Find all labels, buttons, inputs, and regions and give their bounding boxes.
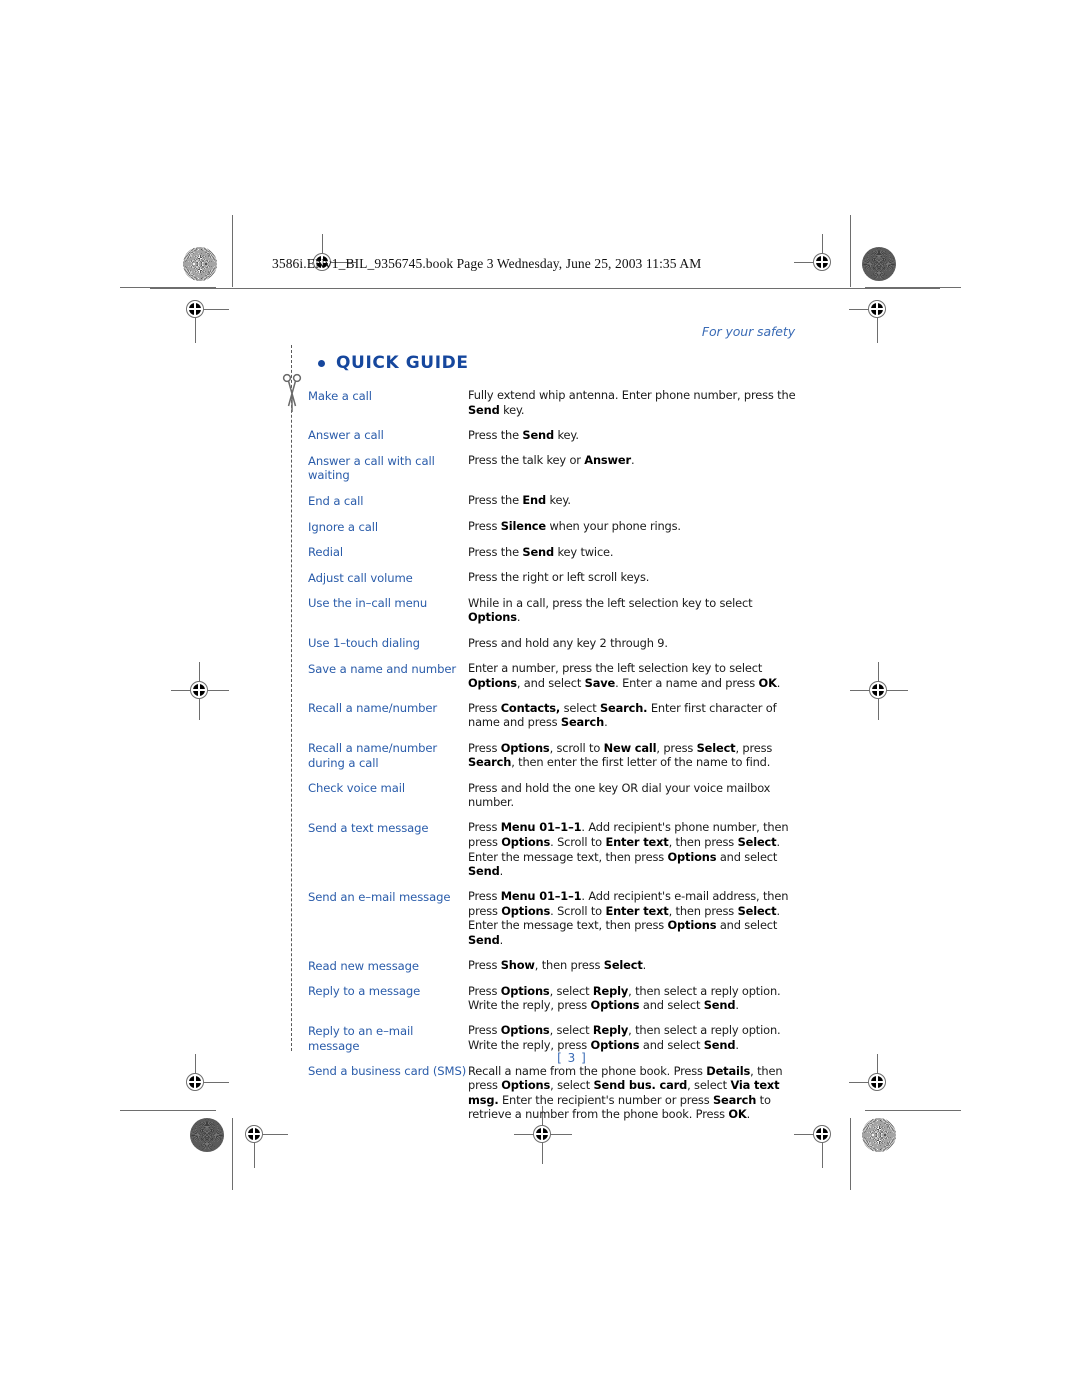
quick-guide-table: Make a call Fully extend whip antenna. En… (308, 388, 800, 1132)
guide-description: Press and hold the one key OR dial your … (468, 780, 771, 810)
registration-mark-bottom-right-inner (794, 1112, 846, 1168)
guide-term: Answer a call (308, 428, 384, 443)
guide-term: Reply to a message (308, 984, 421, 999)
registration-mark-right-lower (849, 1054, 901, 1106)
guide-description: Press Options, select Reply, then select… (468, 983, 781, 1013)
guide-row: Send a text message Press Menu 01–1–1. Ad… (308, 820, 800, 878)
guide-description: Press Menu 01–1–1. Add recipient's e-mai… (468, 889, 789, 948)
guide-description: Press Options, select Reply, then select… (468, 1023, 781, 1052)
crop-line-bottom-right-vertical (850, 1118, 852, 1190)
guide-term: Adjust call volume (308, 570, 413, 585)
registration-mark-left-upper (173, 287, 229, 343)
guide-description: Enter a number, press the left selection… (468, 661, 781, 690)
rosette-mark-top-left (183, 247, 217, 281)
running-head: For your safety (701, 324, 795, 339)
crop-line-top-right-vertical (850, 215, 852, 287)
page-title-label: QUICK GUIDE (336, 353, 469, 373)
guide-row: Recall a name/number Press Contacts, sele… (308, 701, 800, 730)
guide-row: Send an e–mail message Press Menu 01–1–1.… (308, 889, 800, 947)
guide-description: Press Contacts, select Search. Enter fir… (468, 700, 777, 730)
guide-term: Ignore a call (308, 519, 378, 534)
scissors-icon (278, 372, 306, 414)
page-number-label: [ 3 ] (557, 1051, 587, 1065)
page-title: QUICK GUIDE (318, 353, 469, 373)
guide-row: Answer a call with call waiting Press the… (308, 453, 800, 483)
guide-row: Recall a name/number during a call Press … (308, 741, 800, 771)
guide-term: Read new message (308, 958, 419, 973)
registration-mark-bottom-left-inner (232, 1112, 288, 1168)
header-divider-rule (150, 288, 940, 290)
guide-term: Redial (308, 545, 343, 560)
guide-row: Redial Press the Send key twice. (308, 545, 800, 560)
guide-row: Check voice mail Press and hold the one k… (308, 781, 800, 810)
guide-row: Reply to a message Press Options, select … (308, 984, 800, 1013)
guide-term: Send an e–mail message (308, 889, 451, 904)
guide-term: Make a call (308, 388, 372, 403)
guide-row: Read new message Press Show, then press S… (308, 958, 800, 973)
guide-term: Send a text message (308, 820, 429, 835)
crop-line-top-left-vertical (232, 215, 234, 287)
guide-term: Use the in–call menu (308, 596, 428, 611)
guide-term: Recall a name/number during a call (308, 741, 438, 770)
guide-term: End a call (308, 493, 364, 508)
guide-term: Send a business card (SMS) (308, 1064, 467, 1079)
rosette-mark-top-right (862, 247, 896, 281)
registration-mark-right-upper (849, 287, 901, 343)
guide-row: Ignore a call Press Silence when your pho… (308, 519, 800, 534)
rosette-mark-bottom-right (862, 1118, 896, 1152)
guide-row: Send a business card (SMS) Recall a name … (308, 1064, 800, 1122)
registration-mark-top-right-inner (794, 234, 846, 286)
guide-term: Reply to an e–mail message (308, 1023, 414, 1053)
guide-description: Press the End key. (468, 493, 571, 508)
imposition-slug-line: 3586i.ENv1_BIL_9356745.book Page 3 Wedne… (272, 256, 702, 271)
guide-description: Fully extend whip antenna. Enter phone n… (468, 388, 796, 417)
guide-row: Save a name and number Enter a number, pr… (308, 661, 800, 690)
guide-description: Press the Send key. (468, 427, 579, 442)
guide-row: End a call Press the End key. (308, 493, 800, 508)
guide-description: While in a call, press the left selectio… (468, 595, 753, 625)
guide-row: Make a call Fully extend whip antenna. En… (308, 388, 800, 417)
guide-description: Press the Send key twice. (468, 544, 614, 559)
guide-description: Press the talk key or Answer. (468, 453, 635, 468)
rosette-mark-bottom-left (190, 1118, 224, 1152)
crop-line-right-lower-horizontal (865, 1110, 961, 1112)
guide-description: Press Options, scroll to New call, press… (468, 740, 773, 770)
guide-description: Recall a name from the phone book. Press… (468, 1063, 783, 1122)
cut-guide-dashed-line (291, 345, 292, 1051)
registration-mark-right-middle (850, 662, 908, 720)
guide-description: Press and hold any key 2 through 9. (468, 635, 668, 650)
guide-description: Press Show, then press Select. (468, 958, 647, 973)
guide-row: Answer a call Press the Send key. (308, 428, 800, 443)
guide-row: Use the in–call menu While in a call, pre… (308, 596, 800, 625)
crop-line-bottom-left-vertical (232, 1118, 234, 1190)
guide-term: Use 1–touch dialing (308, 636, 420, 651)
registration-mark-left-lower (173, 1054, 229, 1106)
guide-row: Use 1–touch dialing Press and hold any ke… (308, 636, 800, 651)
bullet-dot-icon (318, 359, 325, 367)
guide-term: Check voice mail (308, 781, 405, 796)
guide-term: Recall a name/number (308, 701, 438, 716)
guide-term: Save a name and number (308, 661, 457, 676)
registration-mark-left-middle (171, 662, 229, 720)
page-number: [ 3 ] (0, 1051, 1080, 1065)
crop-line-left-lower-horizontal (120, 1110, 216, 1112)
guide-description: Press the right or left scroll keys. (468, 570, 650, 585)
guide-description: Press Menu 01–1–1. Add recipient's phone… (468, 820, 789, 879)
guide-row: Reply to an e–mail message Press Options,… (308, 1023, 800, 1053)
guide-description: Press Silence when your phone rings. (468, 519, 681, 534)
guide-term: Answer a call with call waiting (308, 453, 435, 483)
guide-row: Adjust call volume Press the right or lef… (308, 570, 800, 585)
